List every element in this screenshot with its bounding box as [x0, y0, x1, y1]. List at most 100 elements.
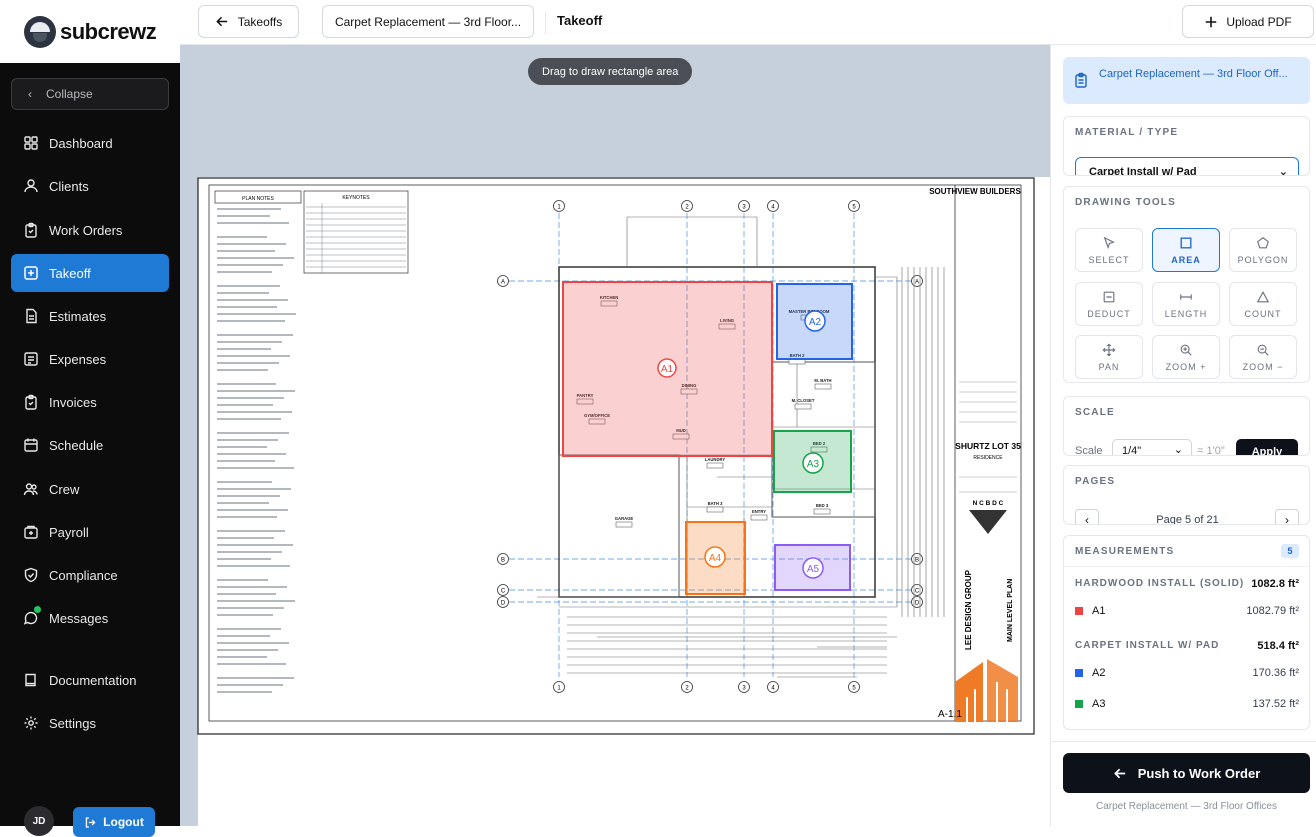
area-label-a2: A2	[809, 317, 822, 328]
tool-polygon[interactable]: POLYGON	[1229, 228, 1297, 272]
sidebar-item-crew[interactable]: Crew	[11, 470, 169, 508]
sidebar-item-clients[interactable]: Clients	[11, 167, 169, 205]
sidebar-item-label: Settings	[49, 715, 96, 731]
svg-text:BED 3: BED 3	[816, 503, 829, 508]
pentagon-icon	[1257, 236, 1269, 248]
grid-bubble: C	[911, 584, 923, 596]
draw-hint-tooltip: Drag to draw rectangle area	[528, 58, 693, 85]
grid-bubble: 5	[848, 681, 860, 693]
sidebar-item-documentation[interactable]: Documentation	[11, 661, 169, 699]
measurement-row-a1[interactable]: A1 1082.79 ft²	[1075, 605, 1299, 617]
sheet-number: A-1.1	[938, 709, 962, 720]
measurement-row-a2[interactable]: A2 170.36 ft²	[1075, 667, 1299, 679]
material-type-select[interactable]: Carpet Install w/ Pad ⌄	[1075, 157, 1299, 175]
tool-deduct[interactable]: DEDUCT	[1075, 282, 1143, 326]
measurement-group-carpet[interactable]: CARPET INSTALL W/ PAD 518.4 ft²	[1075, 640, 1299, 652]
svg-text:LAUNDRY: LAUNDRY	[705, 457, 726, 462]
back-to-takeoffs-button[interactable]: Takeoffs	[198, 5, 299, 38]
sidebar-item-schedule[interactable]: Schedule	[11, 426, 169, 464]
move-icon	[1102, 343, 1116, 356]
next-page-button[interactable]: ›	[1275, 509, 1299, 524]
area-a5[interactable]: A5	[774, 544, 851, 591]
tool-label: ZOOM −	[1242, 361, 1284, 372]
area-a1[interactable]: A1	[562, 281, 773, 457]
sidebar-item-messages[interactable]: Messages	[11, 599, 169, 637]
svg-text:ENTRY: ENTRY	[752, 509, 766, 514]
collapse-label: Collapse	[46, 87, 93, 101]
firm-name: LEE DESIGN GROUP	[964, 569, 973, 650]
triangle-icon	[1256, 290, 1270, 302]
tool-zoom-out[interactable]: ZOOM −	[1229, 335, 1297, 379]
plan-notes-title: PLAN NOTES	[242, 196, 274, 202]
measurements-section: MEASUREMENTS 5 HARDWOOD INSTALL (SOLID) …	[1063, 535, 1310, 730]
tool-count[interactable]: COUNT	[1229, 282, 1297, 326]
takeoff-side-panel: Carpet Replacement — 3rd Floor Off... MA…	[1050, 45, 1316, 826]
sidebar-item-takeoff[interactable]: Takeoff	[11, 254, 169, 292]
arrow-left-icon	[1113, 768, 1125, 778]
builder-name: SOUTHVIEW BUILDERS	[929, 187, 1021, 196]
sidebar-item-compliance[interactable]: Compliance	[11, 556, 169, 594]
crew-mascot-icon	[24, 15, 56, 48]
group-total: 518.4 ft²	[1257, 640, 1299, 652]
measurement-id: A3	[1092, 698, 1106, 710]
tool-select[interactable]: SELECT	[1075, 228, 1143, 272]
grid-bubble: 2	[681, 200, 693, 212]
top-bar: Takeoffs Carpet Replacement — 3rd Floor.…	[180, 0, 1316, 45]
takeoff-canvas[interactable]: Drag to draw rectangle area PLAN NOTES K…	[180, 45, 1050, 826]
tool-zoom-in[interactable]: ZOOM +	[1152, 335, 1220, 379]
minus-square-icon	[1103, 291, 1115, 302]
area-a4[interactable]: A4	[685, 521, 746, 595]
team-icon	[23, 483, 38, 496]
brand-logo[interactable]: subcrewz	[0, 0, 180, 63]
push-label: Push to Work Order	[1137, 765, 1261, 781]
sidebar-item-label: Clients	[49, 178, 89, 194]
breadcrumb-project[interactable]: Carpet Replacement — 3rd Floor...	[322, 5, 534, 38]
section-heading: MATERIAL / TYPE	[1075, 126, 1179, 138]
sidebar-item-payroll[interactable]: Payroll	[11, 513, 169, 551]
measurement-value: 170.36 ft²	[1252, 667, 1299, 679]
avatar[interactable]: JD	[24, 806, 54, 836]
tool-length[interactable]: LENGTH	[1152, 282, 1220, 326]
zoom-in-icon	[1180, 344, 1192, 356]
svg-text:B: B	[915, 558, 919, 564]
collapse-button[interactable]: ‹ Collapse	[11, 78, 169, 110]
sidebar-item-dashboard[interactable]: Dashboard	[11, 124, 169, 162]
measurement-id: A2	[1092, 667, 1106, 679]
measurement-group-hardwood[interactable]: HARDWOOD INSTALL (SOLID) 1082.8 ft²	[1075, 578, 1299, 590]
sidebar-item-invoices[interactable]: Invoices	[11, 383, 169, 421]
area-a2[interactable]: A2	[776, 283, 853, 360]
job-title: Carpet Replacement — 3rd Floor Off...	[1099, 68, 1288, 80]
grid-bubble: 4	[767, 200, 779, 212]
grid-bubble: 1	[553, 200, 565, 212]
sidebar-item-estimates[interactable]: Estimates	[11, 297, 169, 335]
sidebar-item-work-orders[interactable]: Work Orders	[11, 211, 169, 249]
svg-text:C: C	[501, 589, 506, 595]
sidebar: ‹ Collapse Dashboard Clients Work Orders…	[0, 63, 180, 837]
job-card[interactable]: Carpet Replacement — 3rd Floor Off...	[1063, 57, 1310, 104]
sidebar-item-settings[interactable]: Settings	[11, 704, 169, 742]
section-heading: SCALE	[1075, 406, 1115, 418]
area-a3[interactable]: A3	[773, 430, 852, 493]
grid-icon	[24, 136, 38, 150]
sidebar-item-expenses[interactable]: Expenses	[11, 340, 169, 378]
calendar-icon	[24, 438, 38, 452]
scale-select[interactable]: 1/4" ⌄	[1112, 439, 1192, 456]
push-to-work-order-button[interactable]: Push to Work Order	[1063, 753, 1310, 793]
tool-pan[interactable]: PAN	[1075, 335, 1143, 379]
logout-button[interactable]: Logout	[73, 807, 155, 837]
apply-scale-button[interactable]: Apply	[1236, 439, 1298, 455]
area-label-a3: A3	[807, 459, 820, 470]
area-label-a1: A1	[661, 364, 674, 375]
upload-pdf-button[interactable]: Upload PDF	[1182, 5, 1314, 38]
tool-label: ZOOM +	[1165, 361, 1207, 372]
blueprint-sheet[interactable]: PLAN NOTES KEYNOTES SOUTHVIEW BUILDERS S…	[197, 177, 1035, 735]
divider	[1051, 741, 1316, 742]
gear-icon	[24, 716, 38, 730]
grid-bubble: A	[911, 275, 923, 287]
section-heading: DRAWING TOOLS	[1075, 196, 1176, 208]
clipboard-icon	[1075, 72, 1087, 88]
measurement-row-a3[interactable]: A3 137.52 ft²	[1075, 698, 1299, 710]
tool-area[interactable]: AREA	[1152, 228, 1220, 272]
chevron-down-icon: ⌄	[1173, 444, 1183, 456]
scale-selected-value: 1/4"	[1122, 445, 1142, 456]
